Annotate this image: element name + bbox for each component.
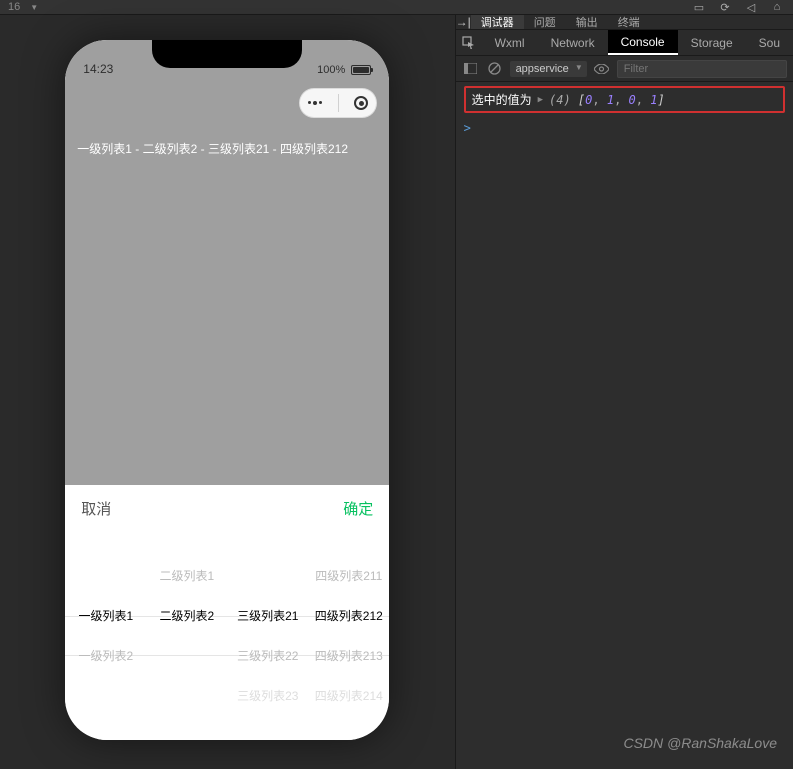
- devtools-tabs: Wxml Network Console Storage Sou: [456, 30, 793, 56]
- top-tab-terminal[interactable]: 终端: [608, 15, 650, 29]
- selected-path-text: 一级列表1 - 二级列表2 - 三级列表21 - 四级列表212: [77, 140, 377, 157]
- close-target-icon[interactable]: [354, 96, 368, 110]
- chevron-down-icon[interactable]: ▼: [30, 3, 38, 12]
- console-prompt[interactable]: >: [456, 117, 793, 139]
- console-log-line[interactable]: 选中的值为 ▶ (4) [0, 1, 0, 1]: [464, 86, 785, 113]
- picker-item[interactable]: 二级列表1: [146, 556, 227, 596]
- devtools-panel: →| 调试器 问题 输出 终端 Wxml Network Console Sto…: [455, 15, 793, 769]
- picker-item[interactable]: [65, 556, 146, 596]
- picker-column-1[interactable]: 一级列表1 一级列表2: [65, 531, 146, 740]
- main-split: 14:23 100% 一级列表1 - 二级列表2 - 三级列表21 - 四级列表…: [0, 15, 793, 769]
- phone-frame: 14:23 100% 一级列表1 - 二级列表2 - 三级列表21 - 四级列表…: [65, 40, 389, 740]
- picker-item[interactable]: 三级列表23: [227, 676, 308, 716]
- menu-icon[interactable]: [308, 101, 322, 105]
- picker-body[interactable]: 一级列表1 一级列表2 二级列表1 二级列表2 三级列表21: [65, 531, 389, 740]
- top-tab-debugger[interactable]: 调试器: [471, 15, 524, 29]
- picker-item[interactable]: 四级列表214: [308, 676, 389, 716]
- picker-column-2[interactable]: 二级列表1 二级列表2: [146, 531, 227, 740]
- picker-item[interactable]: 三级列表22: [227, 636, 308, 676]
- ide-top-toolbar: 16 ▼ ▭ ⟳ ◁ ⌂: [0, 0, 793, 15]
- picker-item[interactable]: 三级列表21: [227, 596, 308, 636]
- console-output: 选中的值为 ▶ (4) [0, 1, 0, 1]: [456, 82, 793, 117]
- tab-console[interactable]: Console: [608, 30, 678, 55]
- picker-header: 取消 确定: [65, 485, 389, 531]
- context-selector[interactable]: appservice ▼: [510, 61, 587, 77]
- top-tab-problems[interactable]: 问题: [524, 15, 566, 29]
- back-icon[interactable]: ◁: [743, 0, 759, 14]
- picker-item[interactable]: 一级列表1: [65, 596, 146, 636]
- picker-item[interactable]: 二级列表2: [146, 596, 227, 636]
- console-toolbar: appservice ▼: [456, 56, 793, 82]
- chevron-down-icon: ▼: [575, 63, 583, 72]
- tab-wxml[interactable]: Wxml: [482, 30, 538, 55]
- sidebar-toggle-icon[interactable]: [462, 60, 480, 78]
- log-label: 选中的值为: [472, 91, 532, 108]
- cancel-button[interactable]: 取消: [81, 498, 111, 519]
- zoom-label: 16: [8, 1, 20, 13]
- tab-storage[interactable]: Storage: [678, 30, 746, 55]
- tab-sources[interactable]: Sou: [746, 30, 793, 55]
- mini-program-capsule[interactable]: [299, 88, 377, 118]
- inspect-element-icon[interactable]: [456, 36, 482, 50]
- clear-console-icon[interactable]: [486, 60, 504, 78]
- phone-notch: [152, 40, 302, 68]
- panel-toggle-icon[interactable]: →|: [456, 15, 471, 29]
- context-value: appservice: [516, 63, 569, 75]
- filter-input[interactable]: [617, 60, 787, 78]
- picker-item[interactable]: 四级列表212: [308, 596, 389, 636]
- home-icon[interactable]: ⌂: [769, 0, 785, 14]
- devtools-top-tabs: →| 调试器 问题 输出 终端: [456, 15, 793, 30]
- picker-item[interactable]: 四级列表213: [308, 636, 389, 676]
- device-icon[interactable]: ▭: [691, 0, 707, 14]
- refresh-icon[interactable]: ⟳: [717, 0, 733, 14]
- picker-item[interactable]: [227, 556, 308, 596]
- top-tab-output[interactable]: 输出: [566, 15, 608, 29]
- picker-column-4[interactable]: 四级列表211 四级列表212 四级列表213 四级列表214: [308, 531, 389, 740]
- array-length: (4): [549, 93, 571, 107]
- picker-column-3[interactable]: 三级列表21 三级列表22 三级列表23: [227, 531, 308, 740]
- picker-item: [146, 676, 227, 716]
- picker-item[interactable]: 四级列表211: [308, 556, 389, 596]
- live-expression-icon[interactable]: [593, 60, 611, 78]
- picker-sheet: 取消 确定 一级列表1 一级列表2 二级列表1: [65, 485, 389, 740]
- capsule-divider: [338, 94, 339, 112]
- confirm-button[interactable]: 确定: [343, 498, 373, 519]
- expand-arrow-icon[interactable]: ▶: [538, 95, 543, 105]
- app-content: 一级列表1 - 二级列表2 - 三级列表21 - 四级列表212 取消 确定 一…: [65, 40, 389, 740]
- prompt-chevron-icon: >: [464, 121, 471, 135]
- simulator-panel: 14:23 100% 一级列表1 - 二级列表2 - 三级列表21 - 四级列表…: [0, 15, 455, 769]
- picker-item[interactable]: [146, 636, 227, 676]
- log-array: (4) [0, 1, 0, 1]: [549, 93, 665, 107]
- picker-item[interactable]: 一级列表2: [65, 636, 146, 676]
- tab-network[interactable]: Network: [538, 30, 608, 55]
- picker-item: [65, 676, 146, 716]
